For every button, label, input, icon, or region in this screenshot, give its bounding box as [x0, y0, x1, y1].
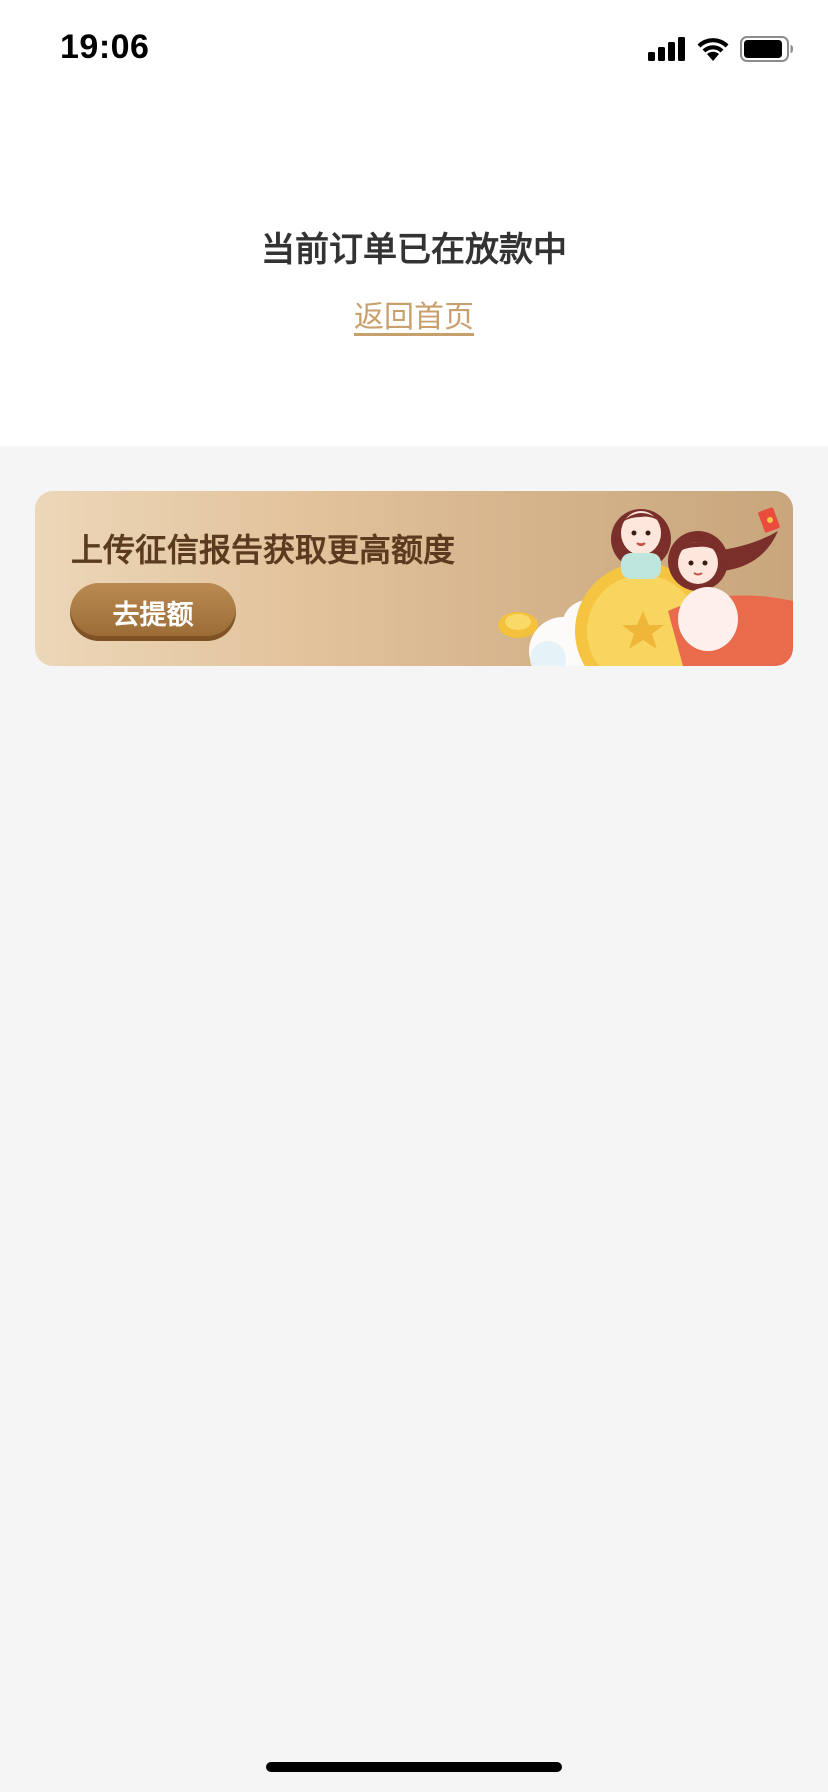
- battery-icon: [740, 36, 793, 62]
- credit-report-banner[interactable]: 上传征信报告获取更高额度 去提额: [35, 491, 793, 666]
- back-to-home-link[interactable]: 返回首页: [354, 300, 474, 335]
- status-time: 19:06: [60, 28, 150, 66]
- status-bar: 19:06: [0, 0, 828, 100]
- status-title: 当前订单已在放款中: [261, 230, 567, 270]
- girls-with-gold-coin-illustration: [498, 507, 793, 666]
- result-panel: 19:06 当前订单已在放款中 返回首页: [0, 0, 828, 446]
- home-indicator: [266, 1762, 562, 1772]
- raise-limit-button[interactable]: 去提额: [70, 583, 236, 641]
- signal-icon: [648, 37, 685, 61]
- status-icons: [648, 34, 794, 64]
- wifi-icon: [697, 38, 729, 61]
- banner-text: 上传征信报告获取更高额度: [71, 531, 456, 569]
